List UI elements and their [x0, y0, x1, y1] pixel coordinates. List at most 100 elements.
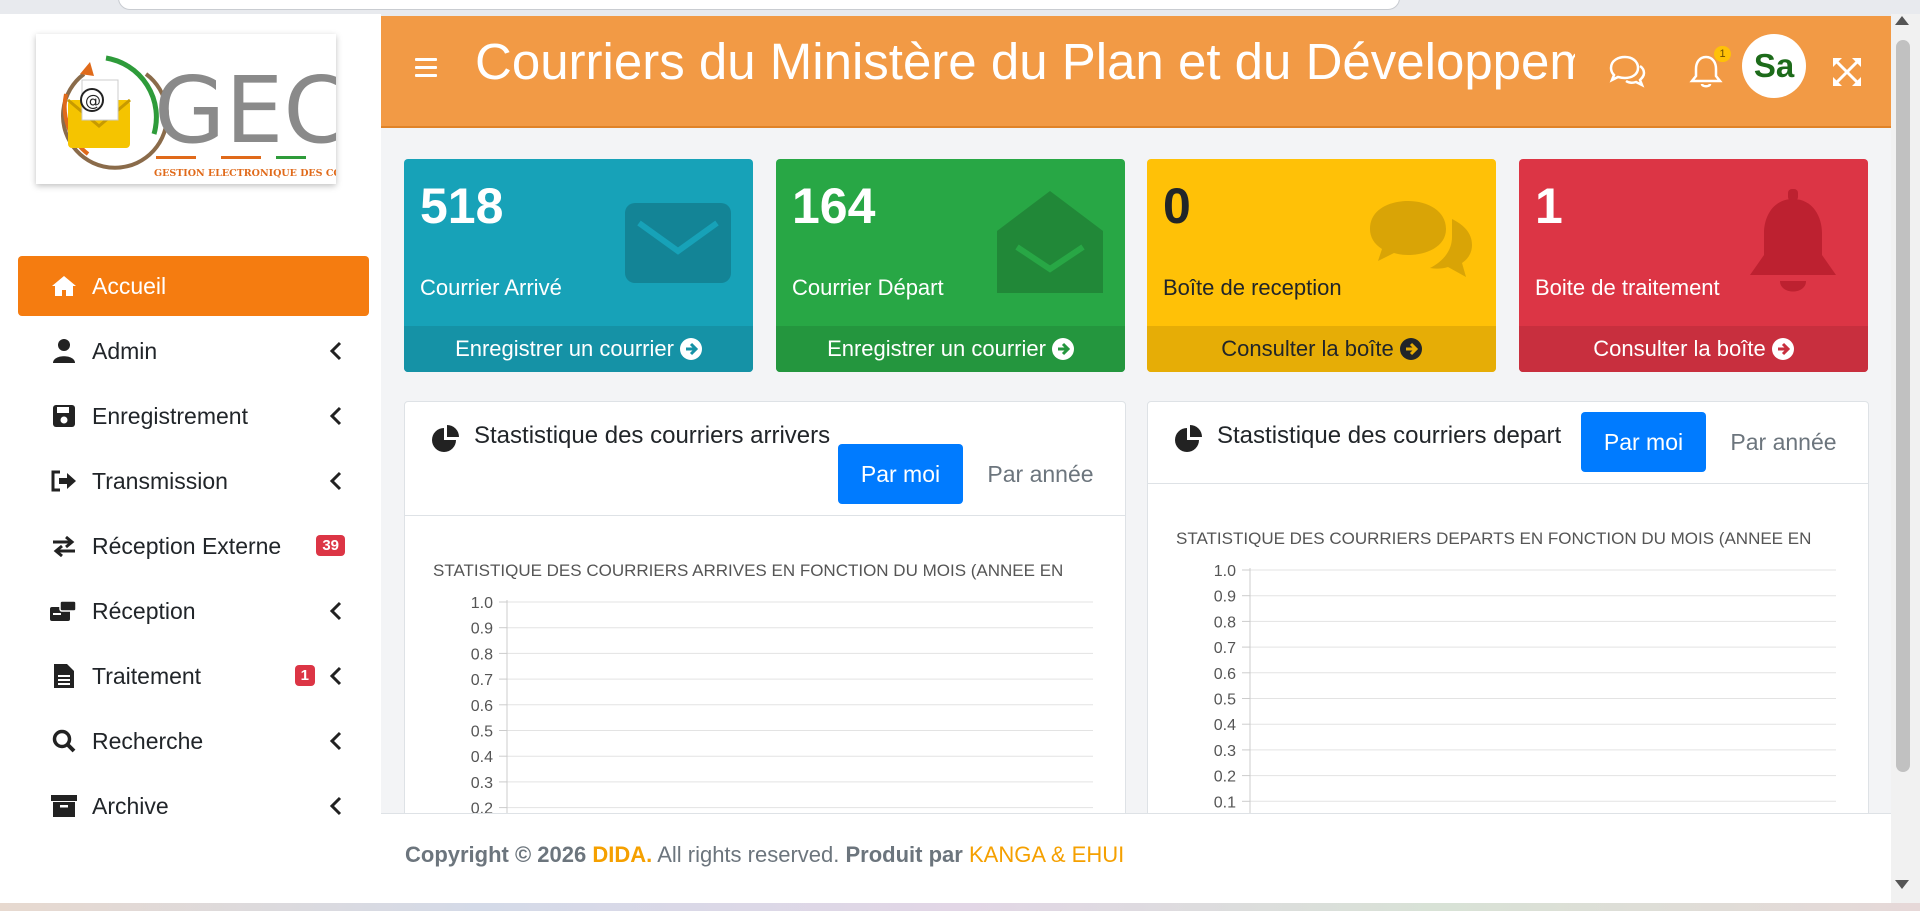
sidebar-item-recherche[interactable]: Recherche: [18, 711, 369, 771]
arrivals-stats-panel: Stastistique des courriers arrivers Par …: [404, 401, 1126, 813]
stat-label: Courrier Arrivé: [420, 275, 562, 300]
y-tick-label: 0.9: [471, 621, 493, 638]
notification-badge: 1: [1714, 46, 1731, 62]
hamburger-menu-icon[interactable]: [415, 58, 437, 80]
scroll-up-arrow-icon[interactable]: [1895, 16, 1909, 25]
sidebar-item-label: Traitement: [92, 662, 202, 689]
sidebar-item-label: Archive: [92, 792, 169, 819]
sidebar-item-label: Enregistrement: [92, 402, 248, 429]
y-tick-label: 0.9: [1214, 589, 1236, 606]
arrow-circle-right-icon: [1399, 338, 1422, 360]
chart-title: STATISTIQUE DES COURRIERS DEPARTS EN FON…: [1176, 529, 1811, 548]
departs-stats-panel: Stastistique des courriers depart Par mo…: [1147, 401, 1869, 813]
stat-card-courrier-depart: 164 Courrier Départ Enregistrer un courr…: [776, 159, 1125, 372]
browser-top-bar: [0, 0, 1920, 14]
chevron-left-icon: [329, 796, 342, 816]
y-tick-label: 0.8: [1214, 614, 1236, 631]
bell-icon: [1750, 189, 1836, 292]
fullscreen-icon[interactable]: [1827, 52, 1867, 92]
sidebar-item-admin[interactable]: Admin: [18, 321, 369, 381]
user-icon: [48, 337, 80, 365]
sidebar-item-transmission[interactable]: Transmission: [18, 451, 369, 511]
y-tick-label: 0.4: [1214, 717, 1236, 734]
save-icon: [48, 402, 80, 430]
y-tick-label: 0.3: [1214, 743, 1236, 760]
stat-label: Boîte de reception: [1163, 275, 1342, 300]
per-year-button[interactable]: Par année: [1721, 412, 1846, 472]
consult-box-link[interactable]: Consulter la boîte: [1519, 326, 1868, 372]
y-tick-label: 0.5: [471, 724, 493, 741]
panel-title: Stastistique des courriers depart: [1175, 422, 1561, 452]
sidebar: @ GEC GESTION ELECTRONIQUE DES COURRIERS…: [0, 14, 392, 903]
sidebar-item-reception[interactable]: Réception: [18, 581, 369, 641]
main-content: 518 Courrier Arrivé Enregistrer un courr…: [381, 128, 1891, 813]
y-tick-label: 1.0: [471, 595, 493, 612]
y-tick-label: 0.7: [471, 672, 493, 689]
brand-link[interactable]: DIDA.: [592, 842, 652, 867]
sidebar-item-accueil[interactable]: Accueil: [18, 256, 369, 316]
authors-link[interactable]: KANGA & EHUI: [969, 842, 1124, 867]
sidebar-item-label: Transmission: [92, 467, 228, 494]
sidebar-item-reception-externe[interactable]: Réception Externe 39: [18, 516, 369, 576]
sidebar-item-label: Réception Externe: [92, 532, 282, 559]
comments-icon[interactable]: [1607, 52, 1647, 92]
envelope-icon: [625, 203, 731, 283]
count-badge: 39: [316, 535, 345, 556]
arrivals-chart: STATISTIQUE DES COURRIERS ARRIVES EN FON…: [433, 561, 1093, 813]
avatar[interactable]: Sa: [1742, 34, 1806, 98]
arrow-circle-right-icon: [1051, 338, 1074, 360]
file-icon: [48, 662, 80, 690]
panel-header: Stastistique des courriers arrivers Par …: [405, 402, 1125, 516]
copyright-text: Copyright © 2026 DIDA. All rights reserv…: [405, 842, 1125, 867]
stat-value: 518: [420, 178, 504, 234]
page-footer: Copyright © 2026 DIDA. All rights reserv…: [381, 813, 1891, 903]
app-logo[interactable]: @ GEC GESTION ELECTRONIQUE DES COURRIERS: [36, 34, 392, 184]
arrow-circle-right-icon: [679, 338, 702, 360]
sidebar-item-archive[interactable]: Archive: [18, 776, 369, 836]
per-month-button[interactable]: Par moi: [1581, 412, 1706, 472]
sidebar-item-traitement[interactable]: Traitement 1: [18, 646, 369, 706]
stat-label: Boite de traitement: [1535, 275, 1720, 300]
per-year-button[interactable]: Par année: [978, 444, 1103, 504]
inbox-icon: [48, 597, 80, 625]
y-tick-label: 0.7: [1214, 640, 1236, 657]
chart-pie-icon: [432, 425, 459, 452]
stat-value: 0: [1163, 178, 1191, 234]
count-badge: 1: [294, 665, 315, 686]
arrow-circle-right-icon: [1771, 338, 1794, 360]
scroll-down-arrow-icon[interactable]: [1895, 880, 1909, 889]
sidebar-nav: Accueil Admin Enregistrement Transmissio…: [18, 256, 369, 841]
y-tick-label: 0.8: [471, 646, 493, 663]
y-tick-label: 0.6: [1214, 666, 1236, 683]
y-tick-label: 0.3: [471, 775, 493, 792]
y-tick-label: 0.1: [1214, 794, 1236, 811]
taskbar-strip: [0, 903, 1920, 911]
departs-chart: STATISTIQUE DES COURRIERS DEPARTS EN FON…: [1176, 529, 1836, 813]
scrollbar-thumb[interactable]: [1896, 40, 1910, 772]
consult-box-link[interactable]: Consulter la boîte: [1147, 326, 1496, 372]
per-month-button[interactable]: Par moi: [838, 444, 963, 504]
register-courrier-link[interactable]: Enregistrer un courrier: [404, 326, 753, 372]
chart-pie-icon: [1175, 425, 1202, 452]
sidebar-item-label: Accueil: [92, 272, 167, 299]
stat-label: Courrier Départ: [792, 275, 944, 300]
y-tick-label: 0.2: [471, 801, 493, 813]
y-tick-label: 0.6: [471, 698, 493, 715]
sign-out-icon: [48, 467, 80, 495]
top-header: Courriers du Ministère du Plan et du Dév…: [381, 16, 1891, 128]
search-icon: [48, 727, 80, 755]
sidebar-item-label: Admin: [92, 337, 158, 364]
sidebar-item-enregistrement[interactable]: Enregistrement: [18, 386, 369, 446]
register-courrier-link[interactable]: Enregistrer un courrier: [776, 326, 1125, 372]
chevron-left-icon: [329, 406, 342, 426]
browser-address-bar[interactable]: [118, 0, 1400, 10]
y-tick-label: 0.5: [1214, 692, 1236, 709]
logo-text: GEC: [154, 57, 336, 164]
y-tick-label: 0.4: [471, 749, 493, 766]
panel-title: Stastistique des courriers arrivers: [432, 422, 830, 452]
chevron-left-icon: [329, 341, 342, 361]
panel-header: Stastistique des courriers depart Par mo…: [1148, 402, 1868, 484]
page-title: Courriers du Ministère du Plan et du Dév…: [475, 33, 1575, 90]
stat-value: 164: [792, 178, 876, 234]
chart-title: STATISTIQUE DES COURRIERS ARRIVES EN FON…: [433, 561, 1063, 580]
